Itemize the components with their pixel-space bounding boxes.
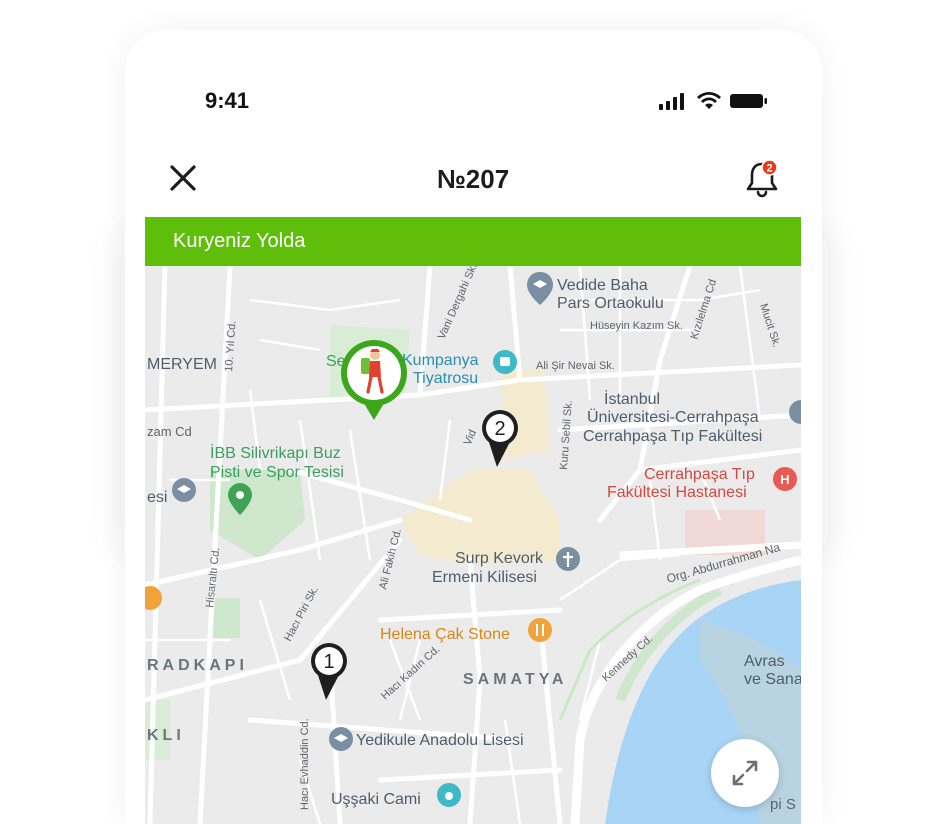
status-icons	[657, 92, 769, 110]
svg-text:H: H	[780, 472, 789, 487]
stop-marker-1-label: 1	[323, 651, 334, 673]
expand-icon	[732, 760, 758, 786]
map-label-district: MERYEM	[147, 356, 217, 373]
map-label-vedide: Vedide Baha	[557, 277, 648, 294]
map-label-sports: Pisti ve Spor Tesisi	[210, 464, 344, 481]
map-label-university: İstanbul	[604, 389, 660, 408]
map-label-university: Cerrahpaşa Tıp Fakültesi	[583, 428, 762, 445]
battery-icon	[730, 94, 767, 108]
map-canvas: H Vedide Baha Pars Ortaokulu İstanbul Ün…	[145, 266, 801, 824]
map-label-hospital: Cerrahpaşa Tıp	[644, 466, 755, 483]
restaurant-icon	[528, 618, 552, 642]
expand-map-button[interactable]	[711, 739, 779, 807]
courier-status-text: Kuryeniz Yolda	[173, 230, 306, 252]
map-label: ve Sana	[744, 671, 801, 688]
signal-icon	[659, 93, 684, 110]
map-label-district: SAMATYA	[463, 671, 567, 688]
map-label-school: Yedikule Anadolu Lisesi	[356, 732, 524, 749]
school-icon	[329, 727, 353, 751]
map-label-hospital: Fakültesi Hastanesi	[607, 484, 747, 501]
map-label-mosque: Uşşaki Cami	[331, 791, 421, 808]
courier-status-banner: Kuryeniz Yolda	[145, 217, 801, 266]
street-label: Hacı Evhaddin Cd.	[299, 718, 311, 810]
theater-icon	[493, 350, 517, 374]
map-label-sports: İBB Silivrikapı Buz	[210, 443, 341, 462]
church-icon	[556, 547, 580, 571]
bell-icon[interactable]: 2	[745, 158, 779, 198]
map-view[interactable]: H Vedide Baha Pars Ortaokulu İstanbul Ün…	[145, 266, 801, 824]
status-time: 9:41	[205, 88, 250, 113]
school-icon	[172, 478, 196, 502]
street-label: Hüseyin Kazım Sk.	[590, 320, 683, 332]
map-label-theater: Tiyatrosu	[413, 370, 478, 387]
page-title: №207	[436, 164, 510, 194]
map-label-church: Surp Kevork	[455, 550, 544, 567]
map-label: Avras	[744, 653, 785, 670]
mosque-icon	[437, 783, 461, 807]
notification-count: 2	[766, 163, 772, 175]
wifi-icon	[697, 92, 721, 109]
map-label-restaurant: Helena Çak Stone	[380, 626, 510, 643]
street-label: zam Cd	[147, 424, 192, 439]
stop-marker-2-label: 2	[494, 418, 505, 440]
map-label: esi	[147, 489, 167, 506]
hospital-icon: H	[773, 467, 797, 491]
map-label-district: KLI	[147, 727, 185, 744]
map-label: pi S	[770, 796, 796, 813]
street-label: Ali Şir Nevai Sk.	[536, 360, 615, 372]
map-label-theater: Kumpanya	[402, 352, 479, 369]
header: №207 2	[145, 150, 801, 206]
map-label-district: RADKAPI	[147, 657, 248, 674]
map-label-vedide: Pars Ortaokulu	[557, 295, 664, 312]
map-label-church: Ermeni Kilisesi	[432, 569, 537, 586]
map-label-university: Üniversitesi-Cerrahpaşa	[587, 408, 759, 426]
